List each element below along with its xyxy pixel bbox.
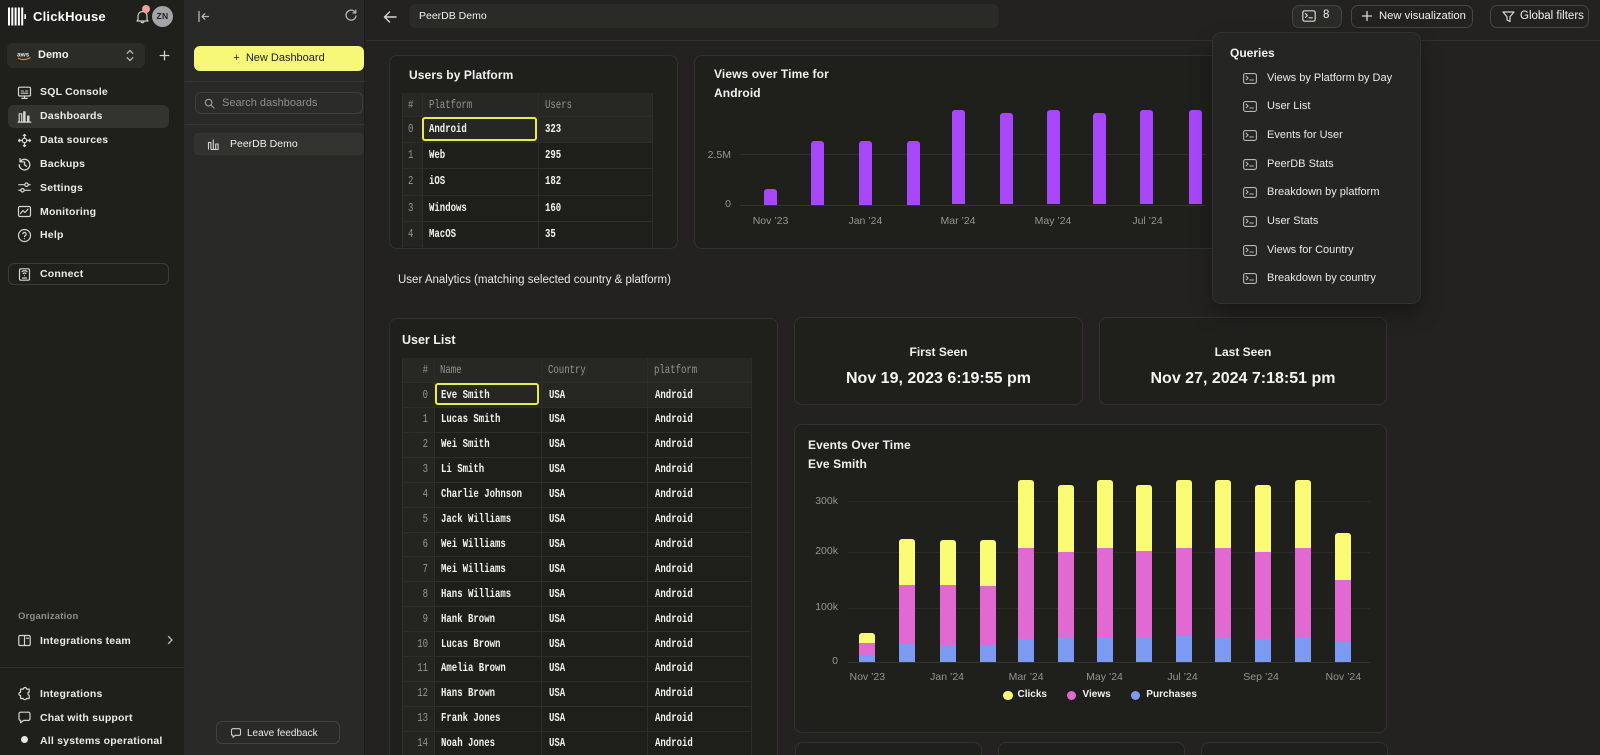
svg-text:aws: aws bbox=[17, 52, 30, 59]
